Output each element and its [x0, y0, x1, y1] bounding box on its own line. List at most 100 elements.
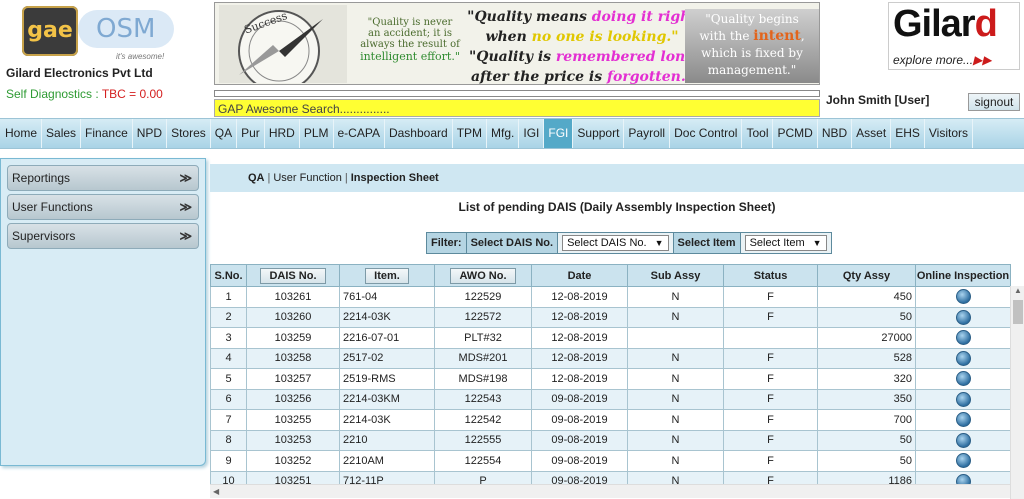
- table-cell-item: 761-04: [339, 286, 435, 308]
- nav-item-nbd[interactable]: NBD: [818, 119, 853, 148]
- nav-item-payroll[interactable]: Payroll: [624, 119, 671, 148]
- dais-select[interactable]: Select DAIS No. ▼: [562, 235, 669, 251]
- sidebar-item-reportings[interactable]: Reportings ≫: [7, 165, 199, 191]
- online-inspection-icon[interactable]: [955, 330, 971, 346]
- horizontal-scrollbar[interactable]: ◀: [210, 484, 1010, 498]
- nav-item-support[interactable]: Support: [573, 119, 625, 148]
- nav-item-stores[interactable]: Stores: [167, 119, 211, 148]
- table-cell-dais-no: 103253: [246, 429, 340, 451]
- quote-1: "Quality is never an accident; it is alw…: [355, 17, 465, 63]
- nav-item-hrd[interactable]: HRD: [265, 119, 300, 148]
- scroll-thumb[interactable]: [1013, 300, 1023, 324]
- nav-item-e-capa[interactable]: e-CAPA: [334, 119, 385, 148]
- table-cell-qty-assy: 528: [817, 347, 916, 369]
- scroll-left-icon[interactable]: ◀: [213, 487, 219, 496]
- col-awo-no: AWO No.: [434, 264, 532, 287]
- quote-2-line-2a: when: [485, 29, 532, 45]
- table-cell-status: F: [723, 429, 818, 451]
- online-inspection-icon[interactable]: [955, 289, 971, 305]
- nav-item-visitors[interactable]: Visitors: [925, 119, 973, 148]
- online-inspection-icon[interactable]: [955, 412, 971, 428]
- table-cell-item: 2214-03K: [339, 409, 435, 431]
- sidebar-item-user-functions[interactable]: User Functions ≫: [7, 194, 199, 220]
- gae-chip-icon: gae: [22, 6, 78, 56]
- table-cell-sub-assy: N: [627, 286, 724, 308]
- nav-item-tool[interactable]: Tool: [742, 119, 774, 148]
- nav-item-igi[interactable]: IGI: [519, 119, 545, 148]
- breadcrumb: QA | User Function | Inspection Sheet: [210, 164, 1024, 192]
- filter-bar: Filter: Select DAIS No. Select DAIS No. ▼…: [426, 232, 832, 254]
- nav-item-fgi[interactable]: FGI: [544, 119, 574, 148]
- brand-name-b: d: [974, 3, 998, 45]
- nav-item-doc-control[interactable]: Doc Control: [670, 119, 743, 148]
- nav-item-pur[interactable]: Pur: [237, 119, 265, 148]
- nav-item-plm[interactable]: PLM: [300, 119, 334, 148]
- nav-item-dashboard[interactable]: Dashboard: [385, 119, 453, 148]
- search-input[interactable]: GAP Awesome Search...............: [214, 99, 820, 117]
- sort-dais-no-button[interactable]: DAIS No.: [260, 267, 326, 284]
- vertical-scrollbar[interactable]: ▲: [1010, 286, 1024, 499]
- search-progress-bar: [214, 90, 820, 97]
- table-row[interactable]: 6 103256 2214-03KM 122543 09-08-2019 N F 350: [210, 388, 1011, 410]
- table-cell-awo-no: MDS#201: [434, 347, 532, 369]
- nav-item-tpm[interactable]: TPM: [453, 119, 488, 148]
- table-cell-sno: 5: [210, 368, 247, 390]
- table-cell-date: 12-08-2019: [531, 286, 628, 308]
- online-inspection-icon[interactable]: [955, 453, 971, 469]
- signout-button[interactable]: signout: [968, 93, 1020, 111]
- table-cell-dais-no: 103257: [246, 368, 340, 390]
- quote-1-line-4: intelligent effort.": [360, 50, 460, 63]
- online-inspection-icon[interactable]: [955, 309, 971, 325]
- table-cell-item: 2214-03KM: [339, 388, 435, 410]
- filter-label: Filter:: [427, 233, 467, 253]
- nav-item-home[interactable]: Home: [1, 119, 43, 148]
- online-inspection-icon[interactable]: [955, 350, 971, 366]
- nav-item-pcmd[interactable]: PCMD: [773, 119, 818, 148]
- table-row[interactable]: 3 103259 2216-07-01 PLT#32 12-08-2019 27000: [210, 327, 1011, 349]
- quote-3-line-2c: ,: [800, 29, 805, 43]
- online-inspection-icon[interactable]: [955, 391, 971, 407]
- table-cell-online-inspection: [915, 388, 1011, 410]
- sidebar-item-supervisors[interactable]: Supervisors ≫: [7, 223, 199, 249]
- arrow-icon: ▶▶: [973, 53, 992, 67]
- table-cell-online-inspection: [915, 429, 1011, 451]
- col-online-inspection: Online Inspection: [915, 264, 1011, 287]
- col-item: Item.: [339, 264, 435, 287]
- table-cell-dais-no: 103258: [246, 347, 340, 369]
- self-diagnostics: Self Diagnostics : TBC = 0.00: [6, 87, 163, 101]
- breadcrumb-qa[interactable]: QA: [248, 172, 265, 184]
- nav-item-finance[interactable]: Finance: [81, 119, 133, 148]
- nav-item-sales[interactable]: Sales: [42, 119, 82, 148]
- quote-3: "Quality begins with the intent, which i…: [685, 9, 819, 83]
- table-cell-status: F: [723, 368, 818, 390]
- table-cell-sub-assy: N: [627, 306, 724, 328]
- online-inspection-icon[interactable]: [955, 371, 971, 387]
- nav-item-asset[interactable]: Asset: [852, 119, 892, 148]
- item-select-value: Select Item: [749, 237, 805, 249]
- quote-2-line-2b: no one is looking.": [531, 29, 679, 45]
- table-row[interactable]: 5 103257 2519-RMS MDS#198 12-08-2019 N F 320: [210, 368, 1011, 390]
- quote-2-line-1a: "Quality means: [467, 9, 592, 25]
- sort-awo-no-button[interactable]: AWO No.: [450, 267, 516, 284]
- table-cell-qty-assy: 450: [817, 286, 916, 308]
- table-row[interactable]: 7 103255 2214-03K 122542 09-08-2019 N F 700: [210, 409, 1011, 431]
- nav-item-mfg[interactable]: Mfg.: [487, 119, 520, 148]
- gilard-logo[interactable]: Gilard explore more...▶▶: [888, 2, 1020, 70]
- table-row[interactable]: 8 103253 2210 122555 09-08-2019 N F 50: [210, 429, 1011, 451]
- nav-item-qa[interactable]: QA: [211, 119, 238, 148]
- table-row[interactable]: 9 103252 2210AM 122554 09-08-2019 N F 50: [210, 450, 1011, 472]
- item-select[interactable]: Select Item ▼: [744, 235, 827, 251]
- table-row[interactable]: 4 103258 2517-02 MDS#201 12-08-2019 N F 528: [210, 347, 1011, 369]
- nav-item-ehs[interactable]: EHS: [891, 119, 925, 148]
- breadcrumb-user-function[interactable]: User Function: [273, 172, 341, 184]
- table-row[interactable]: 2 103260 2214-03K 122572 12-08-2019 N F 50: [210, 306, 1011, 328]
- gae-osm-logo[interactable]: gae OSM it's awesome!: [16, 4, 176, 62]
- sort-item-button[interactable]: Item.: [365, 267, 409, 284]
- nav-item-npd[interactable]: NPD: [133, 119, 168, 148]
- col-sno: S.No.: [210, 264, 247, 287]
- table-row[interactable]: 1 103261 761-04 122529 12-08-2019 N F 450: [210, 286, 1011, 308]
- scroll-up-icon[interactable]: ▲: [1011, 286, 1024, 300]
- online-inspection-icon[interactable]: [955, 432, 971, 448]
- quote-3-line-4: management.": [707, 63, 797, 77]
- table-cell-online-inspection: [915, 450, 1011, 472]
